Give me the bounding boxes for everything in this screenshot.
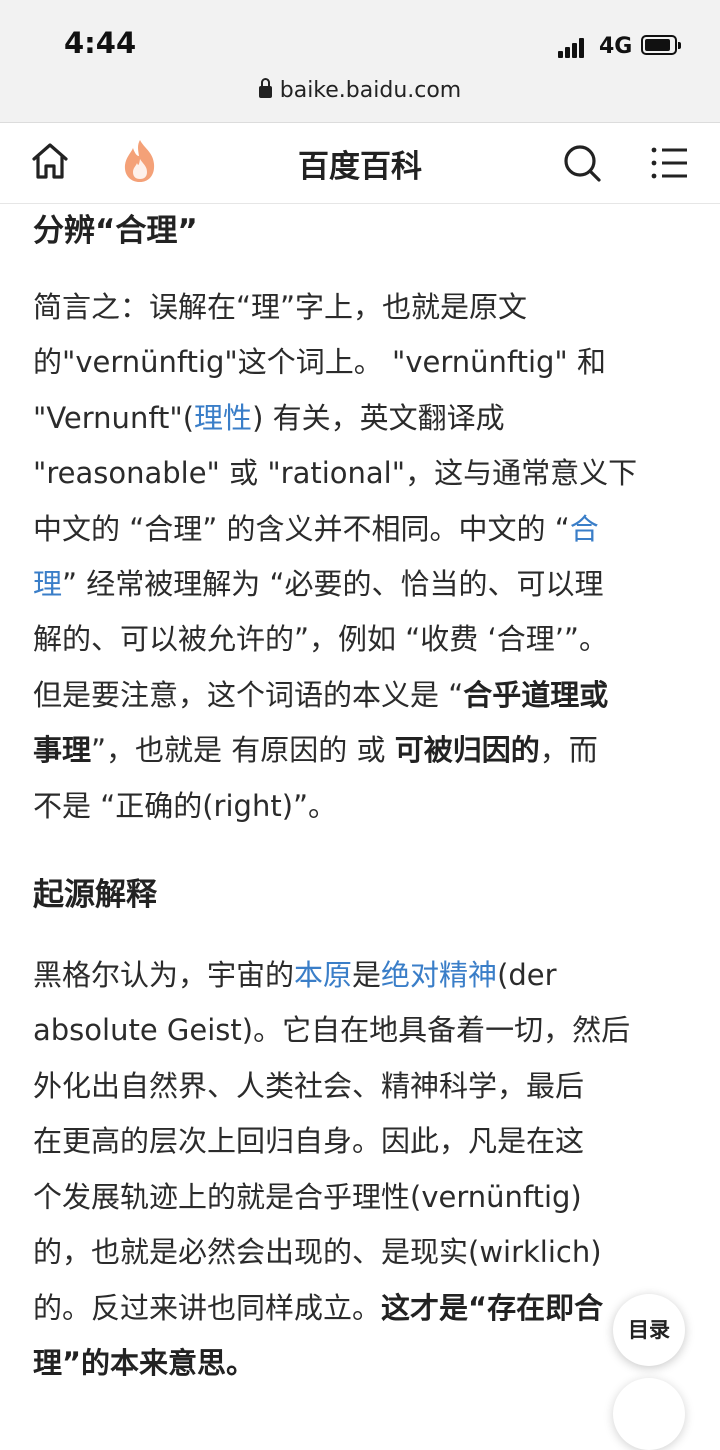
paragraph-line: 事理”，也就是 有原因的 或 可被归因的，而: [33, 733, 598, 768]
toc-button[interactable]: 目录: [613, 1294, 685, 1366]
paragraph-line: 但是要注意，这个词语的本义是 “合乎道理或: [33, 677, 609, 712]
network-type: 4G: [599, 34, 633, 59]
link-heli-cont[interactable]: 理: [33, 567, 62, 601]
status-bar: 4:44 4G baike.baidu.com: [0, 0, 720, 123]
link-lixing[interactable]: 理性: [194, 401, 252, 435]
nav-title: 百度百科: [298, 149, 422, 185]
link-benyuan[interactable]: 本原: [294, 958, 352, 992]
section-heading: 起源解释: [33, 877, 157, 914]
paragraph-line: 外化出自然界、人类社会、精神科学，最后: [33, 1068, 585, 1103]
nav-bar: 百度百科: [0, 123, 720, 204]
paragraph-line: "Vernunft"(理性) 有关，英文翻译成: [33, 400, 505, 435]
paragraph-line: 解的、可以被允许的”，例如 “收费 ‘合理’”。: [33, 622, 608, 657]
section-paragraph: 黑格尔认为，宇宙的本原是绝对精神(der absolute Geist)。它自在…: [33, 948, 693, 1391]
battery-icon: [641, 35, 681, 55]
url-text: baike.baidu.com: [279, 78, 462, 103]
paragraph-line: absolute Geist)。它自在地具备着一切，然后: [33, 1013, 631, 1048]
lock-icon: [258, 78, 272, 98]
paragraph-line: 黑格尔认为，宇宙的本原是绝对精神(der: [33, 958, 557, 993]
section-heading: 分辨“合理”: [33, 213, 198, 249]
paragraph-line: 的。反过来讲也同样成立。这才是“存在即合: [33, 1290, 604, 1325]
search-icon[interactable]: [562, 143, 602, 183]
menu-icon[interactable]: [650, 145, 690, 181]
paragraph-line: 的，也就是必然会出现的、是现实(wirklich): [33, 1235, 602, 1270]
paragraph-line: 简言之：误解在“理”字上，也就是原文: [33, 290, 528, 324]
status-time: 4:44: [64, 26, 137, 60]
paragraph-line: 在更高的层次上回归自身。因此，凡是在这: [33, 1124, 585, 1159]
link-heli[interactable]: 合: [570, 512, 599, 546]
paragraph-line: 个发展轨迹上的就是合乎理性(vernünftig): [33, 1179, 582, 1214]
floating-button[interactable]: [613, 1378, 685, 1450]
paragraph-line: 理”的本来意思。: [33, 1345, 256, 1380]
article-content: 分辨“合理” 简言之：误解在“理”字上，也就是原文 的"vernünftig"这…: [33, 203, 693, 1391]
paragraph-line: "reasonable" 或 "rational"，这与通常意义下: [33, 456, 638, 491]
paragraph-line: 理” 经常被理解为 “必要的、恰当的、可以理: [33, 567, 604, 602]
paragraph-line: 不是 “正确的(right)”。: [33, 788, 338, 823]
link-juedui-jingshen[interactable]: 绝对精神: [381, 958, 497, 992]
paragraph-line: 的"vernünftig"这个词上。 "vernünftig" 和: [33, 345, 606, 380]
section-paragraph: 简言之：误解在“理”字上，也就是原文 的"vernünftig"这个词上。 "v…: [33, 280, 693, 834]
signal-icon: [558, 36, 590, 58]
address-bar[interactable]: baike.baidu.com: [0, 78, 720, 103]
paragraph-line: 中文的 “合理” 的含义并不相同。中文的 “合: [33, 511, 599, 546]
